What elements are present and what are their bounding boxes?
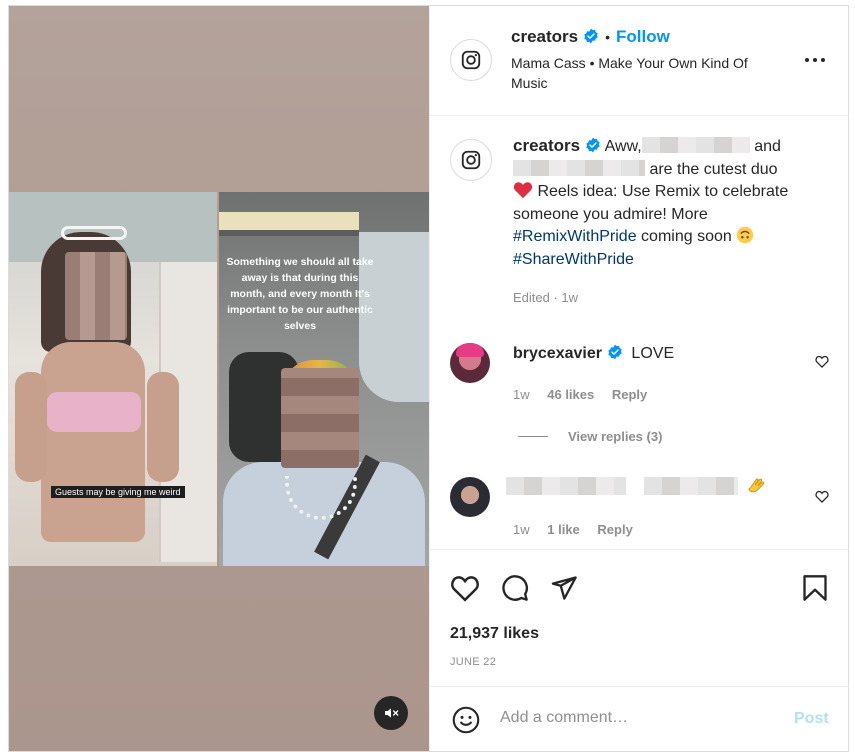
view-replies-button[interactable]: View replies (3) — [518, 429, 662, 444]
more-horizontal-icon — [805, 58, 825, 62]
post-dialog: Guests may be giving me weird Something … — [8, 5, 849, 752]
comment-body — [506, 475, 767, 498]
heart-outline-icon[interactable] — [815, 355, 829, 368]
verified-badge-icon — [584, 28, 598, 44]
post-date[interactable]: JUNE 22 — [450, 656, 496, 668]
comment-body: brycexavier LOVE — [513, 344, 674, 363]
redacted-username — [506, 477, 626, 495]
comment-likes[interactable]: 1 like — [547, 522, 580, 537]
redacted-text — [644, 477, 739, 495]
verified-badge-icon — [586, 137, 600, 153]
instagram-logo-icon — [461, 150, 481, 170]
add-comment-bar: Post — [430, 686, 849, 751]
share-paper-plane-icon[interactable] — [550, 574, 578, 602]
comment-input[interactable] — [500, 709, 770, 727]
comment-bubble-icon[interactable] — [500, 574, 530, 602]
like-heart-icon[interactable] — [450, 574, 480, 602]
reel-video[interactable]: Guests may be giving me weird Something … — [9, 6, 429, 751]
avatar[interactable] — [450, 139, 492, 181]
likes-count[interactable]: 21,937 likes — [450, 625, 539, 643]
comment-meta: 1w 46 likes Reply — [513, 387, 647, 402]
post-caption: creators Aww, and are the cutest duo Ree… — [513, 135, 813, 310]
mute-button[interactable] — [374, 696, 408, 730]
post-header: creators • Follow Mama Cass • Make Your Ow… — [430, 6, 849, 116]
bookmark-icon[interactable] — [802, 574, 828, 602]
clapping-hands-emoji-icon — [748, 478, 765, 493]
comment-time[interactable]: 1w — [513, 387, 530, 402]
redacted-mention — [513, 159, 645, 176]
post-actions: 21,937 likes JUNE 22 — [430, 549, 849, 686]
video-overlay-text: Something we should all take away is tha… — [226, 256, 374, 332]
pixelated-face — [281, 368, 359, 468]
header-title-row: creators • Follow — [511, 27, 670, 46]
pixelated-face — [65, 252, 127, 340]
comment-likes[interactable]: 46 likes — [547, 387, 594, 402]
comment-time[interactable]: 1w — [513, 522, 530, 537]
comments-section[interactable]: creators Aww, and are the cutest duo Ree… — [430, 117, 849, 549]
emoji-picker-icon[interactable] — [452, 706, 480, 734]
reply-button[interactable]: Reply — [597, 522, 632, 537]
avatar[interactable] — [450, 477, 490, 517]
post-panel: creators • Follow Mama Cass • Make Your Ow… — [429, 6, 849, 751]
video-caption: Guests may be giving me weird — [51, 486, 185, 498]
redacted-mention — [641, 137, 750, 153]
post-comment-button[interactable]: Post — [794, 710, 829, 728]
reply-button[interactable]: Reply — [612, 387, 647, 402]
author-username[interactable]: creators — [511, 27, 578, 46]
heart-emoji-icon — [513, 182, 533, 199]
more-options-button[interactable] — [800, 50, 830, 70]
speaker-muted-icon — [385, 708, 399, 718]
comment-meta: 1w 1 like Reply — [513, 522, 633, 537]
remix-right-clip: Something we should all take away is tha… — [219, 192, 429, 566]
comment-author[interactable]: brycexavier — [513, 345, 602, 362]
caption-author[interactable]: creators — [513, 136, 580, 155]
avatar[interactable] — [450, 343, 490, 383]
upside-down-face-emoji-icon — [736, 226, 754, 244]
audio-track-link[interactable]: Mama Cass • Make Your Own Kind Of Music — [511, 53, 781, 93]
comment-text: LOVE — [631, 345, 675, 362]
follow-button[interactable]: Follow — [616, 27, 670, 46]
avatar[interactable] — [450, 39, 492, 81]
instagram-logo-icon — [461, 50, 481, 70]
verified-badge-icon — [608, 344, 622, 360]
hashtag-link[interactable]: #ShareWithPride — [513, 251, 634, 268]
caption-edited-time: Edited · 1w — [513, 290, 579, 305]
heart-outline-icon[interactable] — [815, 490, 829, 503]
remix-left-clip: Guests may be giving me weird — [9, 192, 217, 566]
hashtag-link[interactable]: #RemixWithPride — [513, 228, 637, 245]
